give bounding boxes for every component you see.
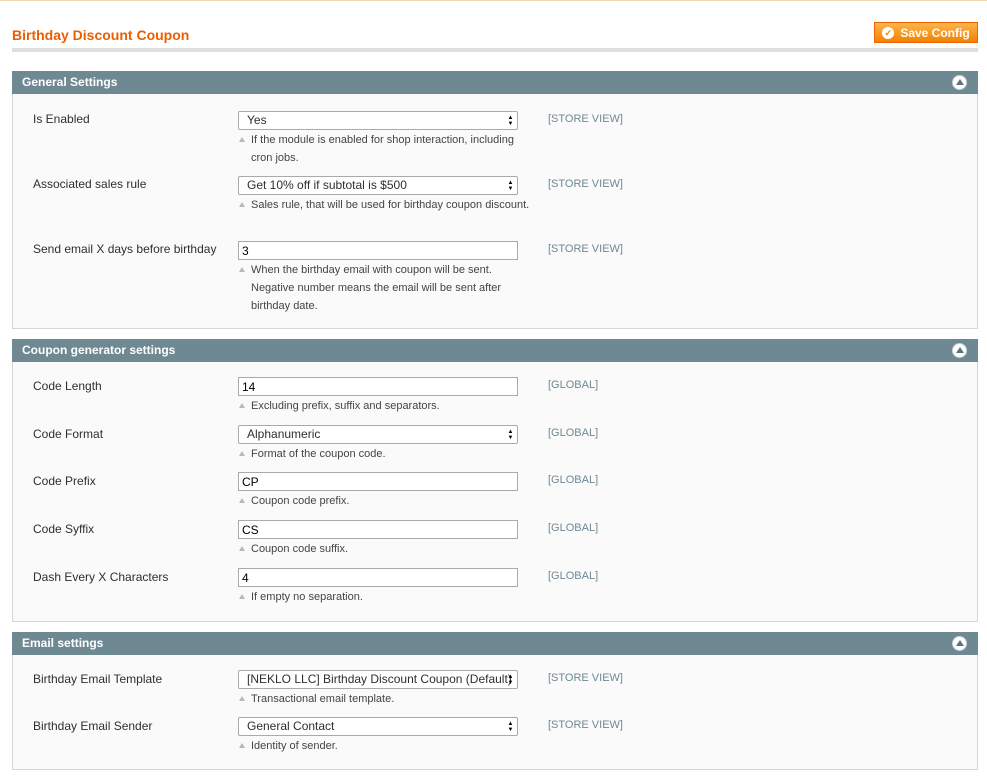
code-format-select[interactable]: Alphanumeric ▲ ▼ xyxy=(238,425,518,444)
scope-label: [GLOBAL] xyxy=(548,570,599,582)
field-label: Is Enabled xyxy=(33,112,90,126)
code-length-input[interactable] xyxy=(238,377,518,396)
field-label: Dash Every X Characters xyxy=(33,570,169,584)
note-text: Coupon code suffix. xyxy=(251,543,349,555)
section-title: Email settings xyxy=(22,636,104,650)
section-body: Birthday Email Template [NEKLO LLC] Birt… xyxy=(12,655,978,770)
page-title: Birthday Discount Coupon xyxy=(12,27,190,43)
field-note: Coupon code suffix. xyxy=(239,540,531,558)
scope-label: [STORE VIEW] xyxy=(548,243,623,255)
days-before-birthday-input[interactable] xyxy=(238,241,518,260)
field-note: Excluding prefix, suffix and separators. xyxy=(239,397,531,415)
section-body: Is Enabled Yes ▲ ▼ [STORE VIEW] If the mo… xyxy=(12,94,978,329)
select-value: Yes xyxy=(247,113,267,127)
note-arrow-icon xyxy=(239,546,245,551)
section-email-settings: Email settings Birthday Email Template [… xyxy=(12,632,978,770)
collapse-up-icon[interactable] xyxy=(952,343,967,358)
page-header: Birthday Discount Coupon ✓ Save Config xyxy=(12,18,978,52)
scope-label: [GLOBAL] xyxy=(548,522,599,534)
updown-arrows-icon: ▲ ▼ xyxy=(507,721,514,733)
check-circle-icon: ✓ xyxy=(882,26,895,39)
sales-rule-select[interactable]: Get 10% off if subtotal is $500 ▲ ▼ xyxy=(238,176,518,195)
code-prefix-input[interactable] xyxy=(238,472,518,491)
note-arrow-icon xyxy=(239,696,245,701)
code-suffix-input[interactable] xyxy=(238,520,518,539)
note-arrow-icon xyxy=(239,594,245,599)
field-note: Coupon code prefix. xyxy=(239,492,531,510)
note-arrow-icon xyxy=(239,743,245,748)
scope-label: [GLOBAL] xyxy=(548,474,599,486)
save-config-button[interactable]: ✓ Save Config xyxy=(874,22,978,43)
note-arrow-icon xyxy=(239,202,245,207)
email-template-select[interactable]: [NEKLO LLC] Birthday Discount Coupon (De… xyxy=(238,670,518,689)
note-arrow-icon xyxy=(239,137,245,142)
select-value: Alphanumeric xyxy=(247,427,321,441)
note-text: Identity of sender. xyxy=(251,740,338,752)
field-label: Associated sales rule xyxy=(33,177,147,191)
note-text: If empty no separation. xyxy=(251,591,363,603)
section-title: Coupon generator settings xyxy=(22,343,176,357)
note-text: When the birthday email with coupon will… xyxy=(251,264,502,312)
field-label: Code Syffix xyxy=(33,522,95,536)
note-arrow-icon xyxy=(239,498,245,503)
scope-label: [STORE VIEW] xyxy=(548,672,623,684)
note-arrow-icon xyxy=(239,403,245,408)
section-title: General Settings xyxy=(22,75,118,89)
select-value: Get 10% off if subtotal is $500 xyxy=(247,178,407,192)
field-note: Transactional email template. xyxy=(239,690,531,708)
save-config-label: Save Config xyxy=(900,25,970,40)
section-general-settings: General Settings Is Enabled Yes ▲ ▼ [STOR… xyxy=(12,71,978,329)
field-note: Sales rule, that will be used for birthd… xyxy=(239,196,531,214)
field-note: When the birthday email with coupon will… xyxy=(239,261,531,315)
field-label: Code Length xyxy=(33,379,102,393)
updown-arrows-icon: ▲ ▼ xyxy=(507,180,514,192)
updown-arrows-icon: ▲ ▼ xyxy=(507,674,514,686)
field-note: Identity of sender. xyxy=(239,737,531,755)
note-text: Format of the coupon code. xyxy=(251,448,386,460)
field-label: Send email X days before birthday xyxy=(33,242,217,256)
field-label: Code Format xyxy=(33,427,104,441)
collapse-up-icon[interactable] xyxy=(952,75,967,90)
field-label: Birthday Email Sender xyxy=(33,719,153,733)
note-text: Excluding prefix, suffix and separators. xyxy=(251,400,440,412)
top-border xyxy=(0,0,987,1)
field-note: Format of the coupon code. xyxy=(239,445,531,463)
dash-every-input[interactable] xyxy=(238,568,518,587)
scope-label: [GLOBAL] xyxy=(548,427,599,439)
select-value: General Contact xyxy=(247,719,335,733)
field-label: Birthday Email Template xyxy=(33,672,163,686)
note-text: Coupon code prefix. xyxy=(251,495,350,507)
note-text: If the module is enabled for shop intera… xyxy=(251,134,514,164)
section-header-coupon-generator[interactable]: Coupon generator settings xyxy=(12,339,978,362)
note-arrow-icon xyxy=(239,267,245,272)
field-note: If the module is enabled for shop intera… xyxy=(239,131,531,167)
select-value: [NEKLO LLC] Birthday Discount Coupon (De… xyxy=(247,672,512,686)
collapse-up-icon[interactable] xyxy=(952,636,967,651)
scope-label: [STORE VIEW] xyxy=(548,178,623,190)
updown-arrows-icon: ▲ ▼ xyxy=(507,429,514,441)
is-enabled-select[interactable]: Yes ▲ ▼ xyxy=(238,111,518,130)
email-sender-select[interactable]: General Contact ▲ ▼ xyxy=(238,717,518,736)
section-header-general-settings[interactable]: General Settings xyxy=(12,71,978,94)
field-note: If empty no separation. xyxy=(239,588,531,606)
updown-arrows-icon: ▲ ▼ xyxy=(507,115,514,127)
scope-label: [STORE VIEW] xyxy=(548,719,623,731)
section-header-email-settings[interactable]: Email settings xyxy=(12,632,978,655)
note-text: Transactional email template. xyxy=(251,693,395,705)
section-coupon-generator: Coupon generator settings Code Length [G… xyxy=(12,339,978,622)
section-body: Code Length [GLOBAL] Excluding prefix, s… xyxy=(12,362,978,622)
note-text: Sales rule, that will be used for birthd… xyxy=(251,199,530,211)
scope-label: [GLOBAL] xyxy=(548,379,599,391)
scope-label: [STORE VIEW] xyxy=(548,113,623,125)
field-label: Code Prefix xyxy=(33,474,96,488)
note-arrow-icon xyxy=(239,451,245,456)
